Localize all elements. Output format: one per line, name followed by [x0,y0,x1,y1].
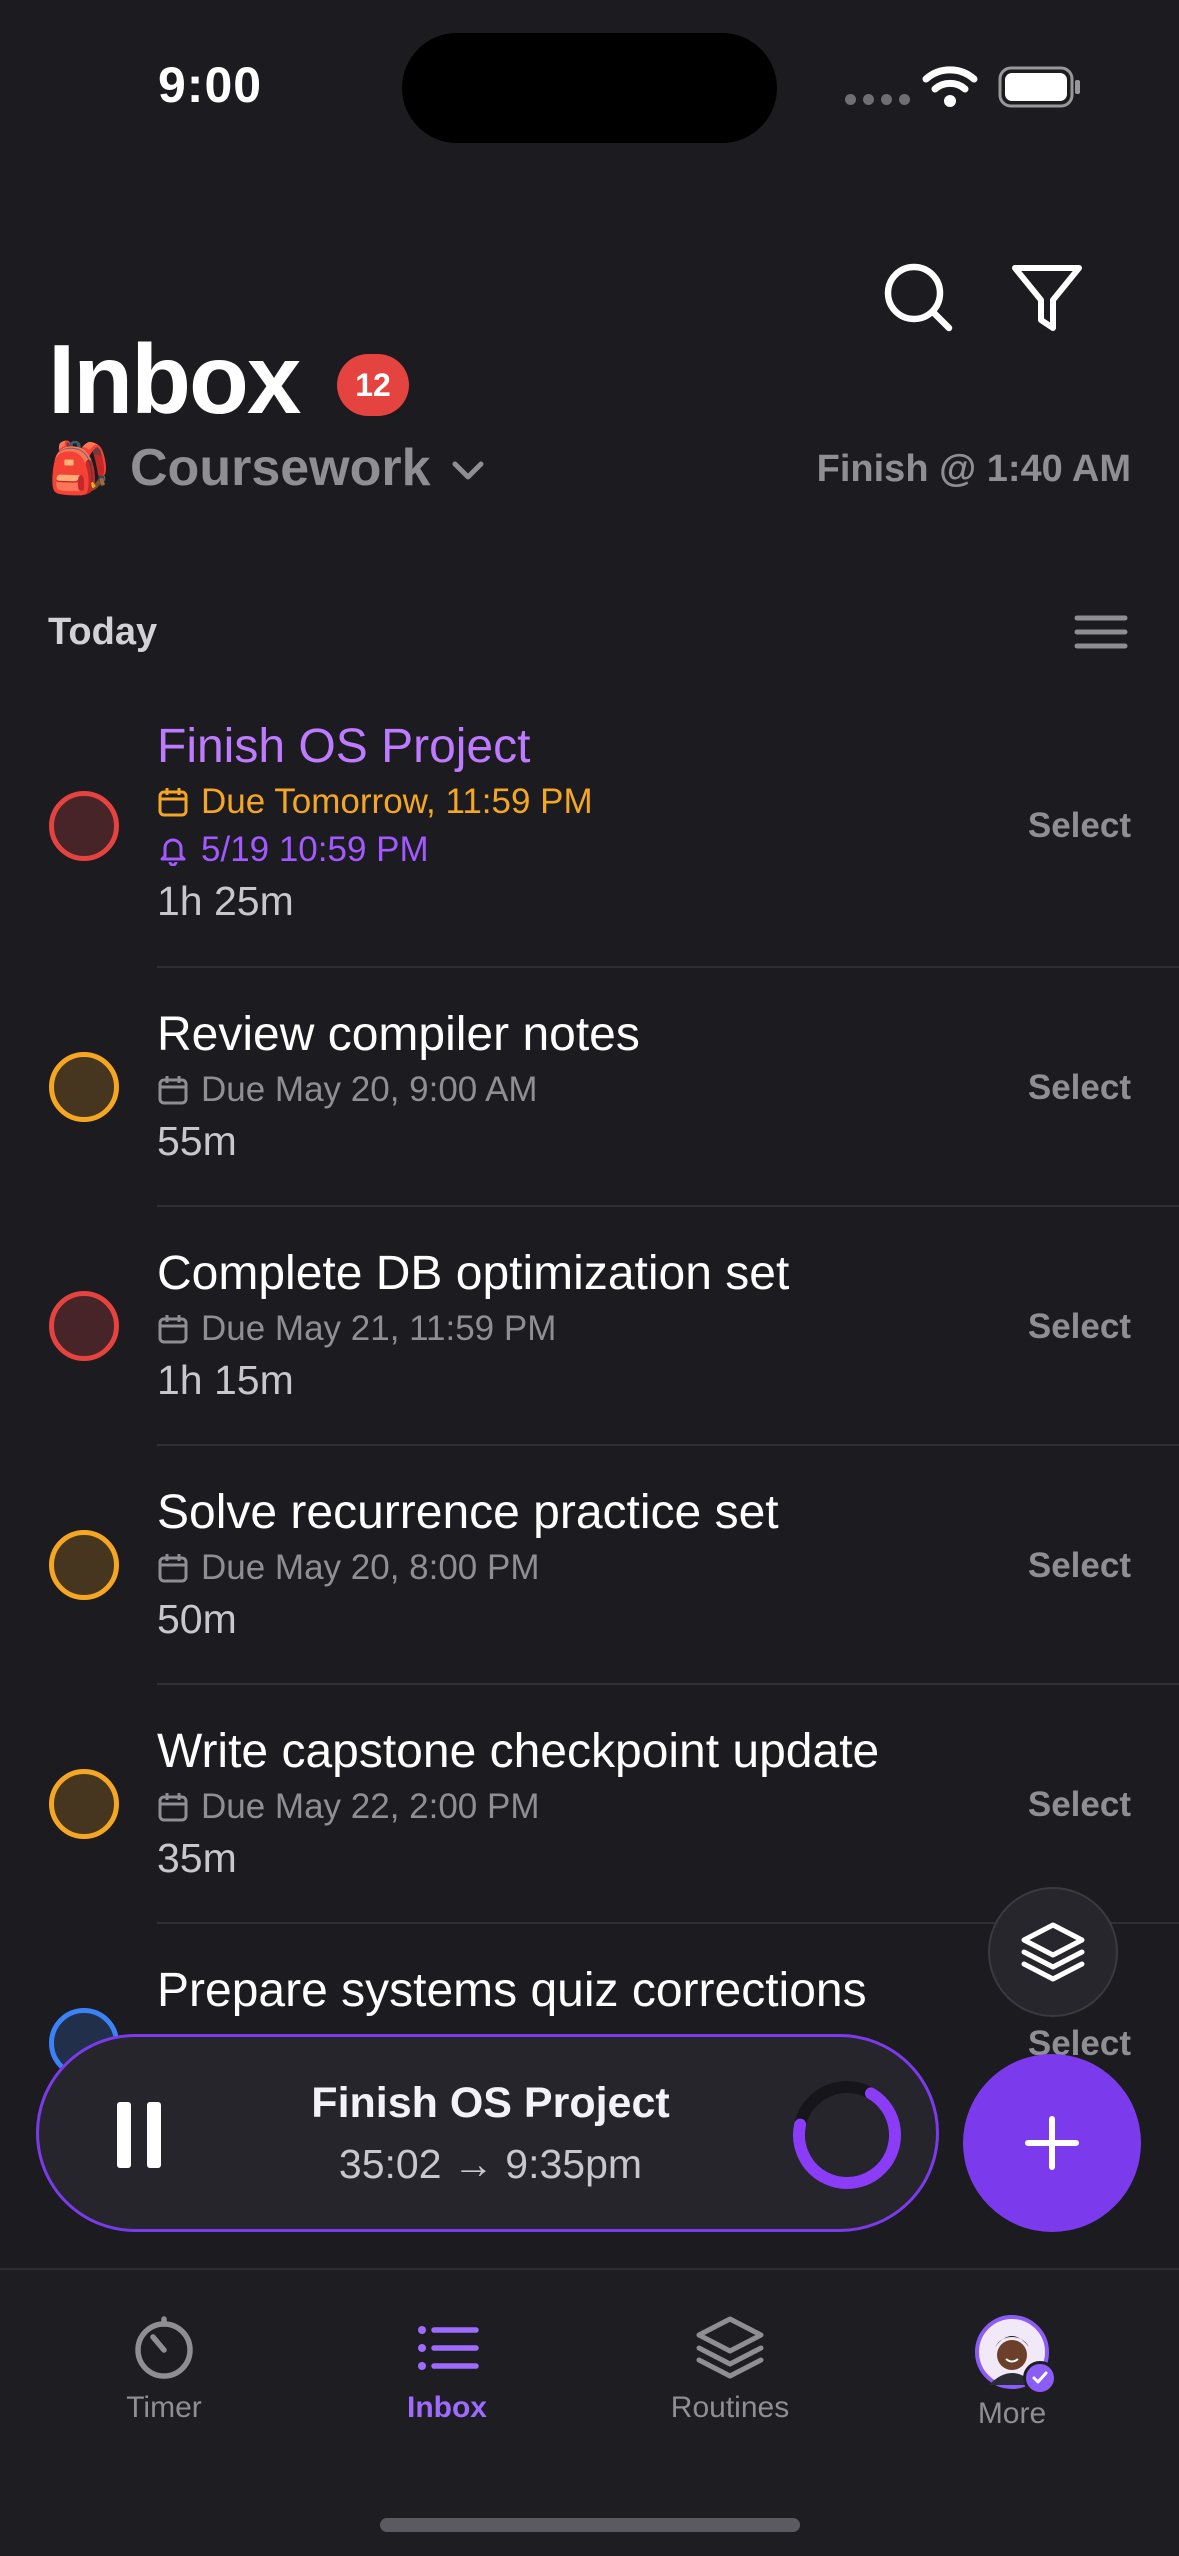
task-title: Prepare systems quiz corrections [157,1964,867,2017]
task-title: Solve recurrence practice set [157,1486,779,1539]
select-button[interactable]: Select [1028,1068,1131,1108]
filter-button[interactable] [1007,258,1087,338]
verified-check-icon [1023,2361,1057,2395]
task-due: Due May 20, 9:00 AM [157,1066,640,1114]
finish-estimate: Finish @ 1:40 AM [816,448,1131,490]
task-due-text: Due Tomorrow, 11:59 PM [201,782,593,821]
task-row[interactable]: Finish OS Project Due Tomorrow, 11:59 PM… [0,700,1179,968]
task-title: Write capstone checkpoint update [157,1725,880,1778]
tab-bar: Timer Inbox Routines More [0,2268,1179,2556]
task-duration: 1h 25m [157,878,294,924]
task-duration: 55m [157,1118,237,1164]
task-reminder-text: 5/19 10:59 PM [201,830,429,869]
project-selector[interactable]: 🎒 Coursework [48,436,485,500]
battery-icon [998,66,1080,108]
tab-routines[interactable]: Routines [630,2315,830,2455]
task-due-text: Due May 21, 11:59 PM [201,1309,557,1348]
search-button[interactable] [879,258,959,338]
active-timer-card[interactable]: Finish OS Project 35:02 → 9:35pm [36,2034,939,2232]
task-title: Review compiler notes [157,1008,640,1061]
task-complete-checkbox[interactable] [49,1291,119,1361]
task-duration: 35m [157,1835,237,1881]
task-complete-checkbox[interactable] [49,791,119,861]
menu-icon [1074,615,1128,649]
filter-icon [1012,265,1082,331]
routines-quick-button[interactable] [988,1887,1118,2017]
task-duration: 1h 15m [157,1357,294,1403]
select-button[interactable]: Select [1028,806,1131,846]
home-indicator [380,2518,800,2532]
header-actions [879,258,1179,338]
calendar-icon [158,788,188,817]
task-title: Finish OS Project [157,720,531,773]
plus-icon [1025,2116,1079,2170]
project-name: Coursework [130,439,431,497]
search-icon [884,263,953,332]
task-complete-checkbox[interactable] [49,1052,119,1122]
tab-label: More [977,2397,1047,2430]
backpack-icon: 🎒 [48,440,111,496]
calendar-icon [158,1554,188,1583]
avatar [975,2315,1057,2395]
wifi-icon [922,66,978,107]
task-reminder: 5/19 10:59 PM [157,826,593,874]
select-button[interactable]: Select [1028,1546,1131,1586]
section-title-today: Today [48,611,158,653]
tab-label: Timer [126,2391,202,2424]
layers-icon [696,2316,764,2379]
timer-icon [135,2316,193,2379]
task-complete-checkbox[interactable] [49,1769,119,1839]
tab-label: Inbox [407,2391,487,2424]
tab-label: Routines [670,2391,790,2424]
task-due: Due May 20, 8:00 PM [157,1544,779,1592]
calendar-icon [158,1076,188,1105]
status-time: 9:00 [158,57,263,113]
task-due: Due May 22, 2:00 PM [157,1783,879,1831]
calendar-icon [158,1793,188,1822]
sort-button[interactable] [1071,612,1131,652]
task-title: Complete DB optimization set [157,1247,790,1300]
status-bar: 9:00 [0,0,1179,160]
dynamic-island [402,33,777,143]
calendar-icon [158,1315,188,1344]
task-row[interactable]: Complete DB optimization set Due May 21,… [0,1207,1179,1446]
task-due: Due Tomorrow, 11:59 PM [157,778,593,826]
select-button[interactable]: Select [1028,1785,1131,1825]
timer-progress-ring [793,2081,901,2189]
task-due-text: Due May 22, 2:00 PM [201,1787,540,1826]
task-duration: 50m [157,1596,237,1642]
task-due-text: Due May 20, 9:00 AM [201,1070,538,1109]
select-button[interactable]: Select [1028,1307,1131,1347]
task-row[interactable]: Write capstone checkpoint update Due May… [0,1685,1179,1924]
bell-icon [160,838,186,866]
list-icon [418,2326,479,2370]
layers-icon [1021,1922,1085,1982]
task-row[interactable]: Solve recurrence practice set Due May 20… [0,1446,1179,1685]
cellular-signal-icon [845,94,910,105]
task-due-text: Due May 20, 8:00 PM [201,1548,540,1587]
chevron-down-icon [452,461,484,480]
tab-more[interactable]: More [912,2315,1112,2455]
task-complete-checkbox[interactable] [49,1530,119,1600]
tab-timer[interactable]: Timer [64,2315,264,2455]
task-due: Due May 21, 11:59 PM [157,1305,789,1353]
page-title: Inbox [48,324,301,434]
inbox-count-badge: 12 [337,354,409,416]
tab-inbox[interactable]: Inbox [347,2315,547,2455]
task-row[interactable]: Review compiler notes Due May 20, 9:00 A… [0,968,1179,1207]
add-task-button[interactable] [963,2054,1141,2232]
